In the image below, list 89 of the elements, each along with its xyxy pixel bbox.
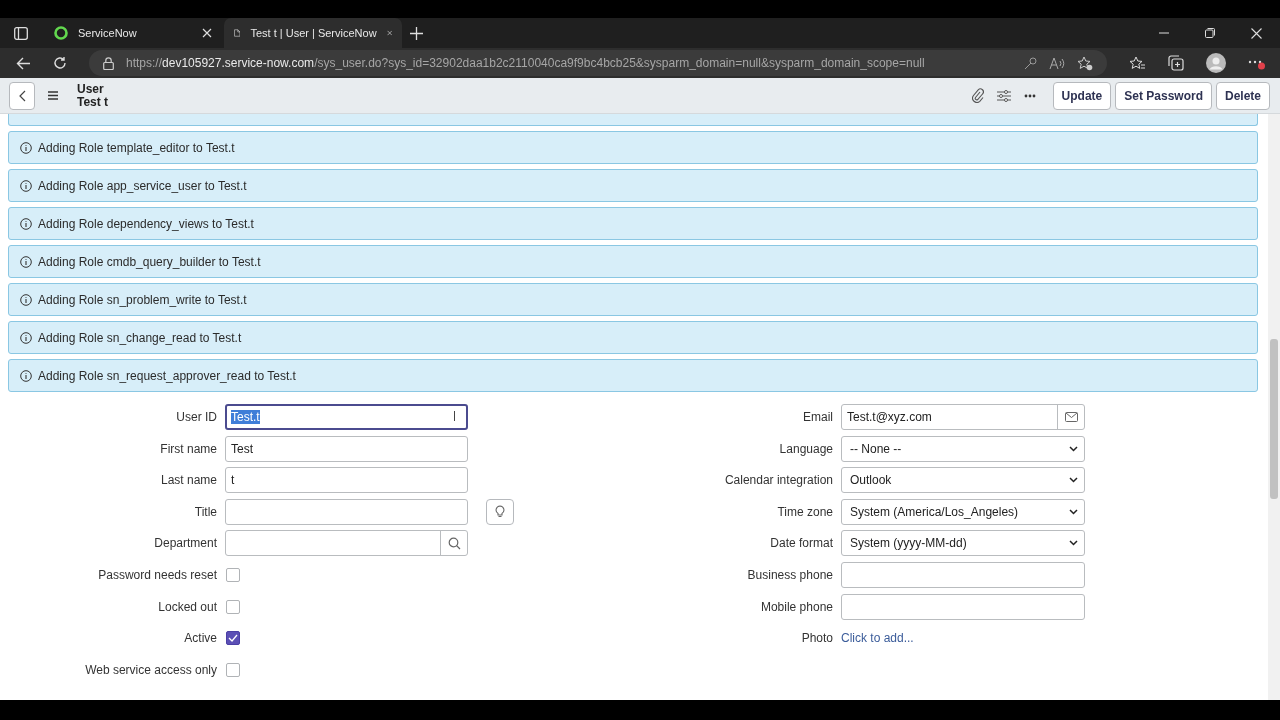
message-text: Adding Role app_service_user to Test.t [38, 178, 247, 193]
text-field[interactable]: Test [225, 435, 468, 462]
url-text: https://dev105927.service-now.com/sys_user.do?sys_id=32902daa1b2c2110040ca9f9bc4bcb25&sysparm_domain=null&sysparm_domain_scope=null [126, 56, 925, 70]
form-action-button[interactable]: Set Password [1115, 81, 1212, 110]
back-arrow-icon[interactable] [16, 56, 31, 70]
message-text: Adding Role dependency_views to Test.t [38, 216, 254, 231]
field-label: Title [193, 504, 217, 519]
message-text: Adding Role sn_change_read to Test.t [38, 330, 242, 345]
field-label: Mobile phone [759, 599, 833, 614]
record-name: Test t [77, 95, 109, 109]
message-text: Adding Role sn_request_approver_read to Test.t [38, 368, 296, 383]
field-label: Active [183, 631, 217, 646]
chevron-down-icon [1069, 445, 1078, 452]
field-label: Calendar integration [723, 473, 833, 488]
text-field[interactable]: Test.t [225, 404, 468, 430]
field-label: Photo [800, 631, 833, 646]
info-icon [20, 369, 32, 382]
reference-field[interactable] [225, 530, 468, 557]
lock-icon [103, 56, 114, 70]
sliders-icon[interactable] [996, 89, 1011, 102]
restore-icon[interactable] [1205, 28, 1215, 38]
field-label: Date format [769, 536, 833, 551]
field-label: Email [802, 410, 833, 424]
checkbox[interactable] [226, 567, 240, 582]
dropdown-select[interactable]: Outlook [841, 467, 1085, 494]
text-cursor-icon [454, 411, 456, 421]
checkbox[interactable] [226, 631, 240, 646]
text-field[interactable] [225, 498, 468, 525]
search-icon [447, 536, 461, 550]
field-label: Locked out [157, 599, 217, 614]
checkbox[interactable] [226, 662, 240, 677]
message-text: Adding Role template_editor to Test.t [38, 140, 235, 155]
collections-icon[interactable] [1168, 55, 1184, 71]
text-field[interactable]: t [225, 467, 468, 494]
dropdown-select[interactable]: System (America/Los_Angeles) [841, 498, 1085, 525]
email-field[interactable]: Test.t@xyz.com [841, 404, 1085, 430]
field-label: Web service access only [84, 662, 217, 677]
field-label: Time zone [776, 504, 833, 519]
favorites-icon[interactable] [1129, 55, 1146, 71]
message-text: Adding Role sn_problem_write to Test.t [38, 292, 247, 307]
field-label: Department [153, 536, 217, 551]
close-window-icon[interactable] [1251, 27, 1262, 39]
field-label: Business phone [746, 567, 833, 582]
tab-actions-icon[interactable] [14, 26, 28, 40]
text-field[interactable] [841, 561, 1085, 588]
close-tab-icon[interactable] [202, 28, 212, 38]
page-icon [234, 26, 241, 40]
field-label: User ID [175, 410, 217, 424]
browser-tab[interactable]: ServiceNow [44, 18, 222, 48]
info-icon [20, 217, 32, 230]
chevron-left-icon [18, 89, 26, 102]
field-label: Language [778, 441, 833, 456]
chevron-down-icon [1069, 508, 1078, 515]
checkbox[interactable] [226, 599, 240, 614]
info-icon [20, 141, 32, 154]
add-photo-link[interactable]: Click to add... [841, 631, 914, 646]
info-icon [20, 255, 32, 268]
lightbulb-icon [495, 505, 505, 519]
field-label: Last name [159, 473, 217, 488]
refresh-icon[interactable] [53, 56, 67, 70]
scrollbar-thumb[interactable] [1270, 339, 1278, 499]
field-label: Password needs reset [97, 567, 217, 582]
paperclip-icon[interactable] [971, 88, 984, 103]
chevron-down-icon [1069, 540, 1078, 547]
text-field[interactable] [841, 593, 1085, 620]
profile-avatar-icon[interactable] [1206, 53, 1226, 73]
suggestion-button[interactable] [486, 498, 514, 525]
menu-icon[interactable] [48, 91, 58, 100]
dropdown-select[interactable]: System (yyyy-MM-dd) [841, 530, 1085, 557]
key-icon[interactable] [1024, 56, 1037, 70]
new-tab-icon[interactable] [410, 26, 423, 40]
browser-tab[interactable]: Test t | User | ServiceNow [224, 18, 402, 48]
info-icon [20, 331, 32, 344]
form-action-button[interactable]: Delete [1215, 81, 1270, 110]
dropdown-select[interactable]: -- None -- [841, 435, 1085, 462]
site-logo-icon [54, 26, 68, 40]
chevron-down-icon [1069, 477, 1078, 484]
scrollbar[interactable] [1268, 114, 1280, 700]
table-name: User [77, 82, 105, 96]
add-favorite-icon[interactable] [1077, 55, 1093, 71]
address-bar[interactable]: https://dev105927.service-now.com/sys_user.do?sys_id=32902daa1b2c2110040ca9f9bc4bcb25&sysparm_domain=null&sysparm_domain_scope=null [89, 50, 1107, 76]
message-text: Adding Role cmdb_query_builder to Test.t [38, 254, 261, 269]
field-label: First name [159, 441, 217, 456]
info-icon [20, 179, 32, 192]
form-action-button[interactable]: Update [1052, 81, 1112, 110]
envelope-icon [1064, 412, 1078, 422]
more-actions-icon[interactable] [1023, 93, 1036, 98]
read-aloud-icon[interactable] [1049, 56, 1065, 70]
info-icon [20, 293, 32, 306]
